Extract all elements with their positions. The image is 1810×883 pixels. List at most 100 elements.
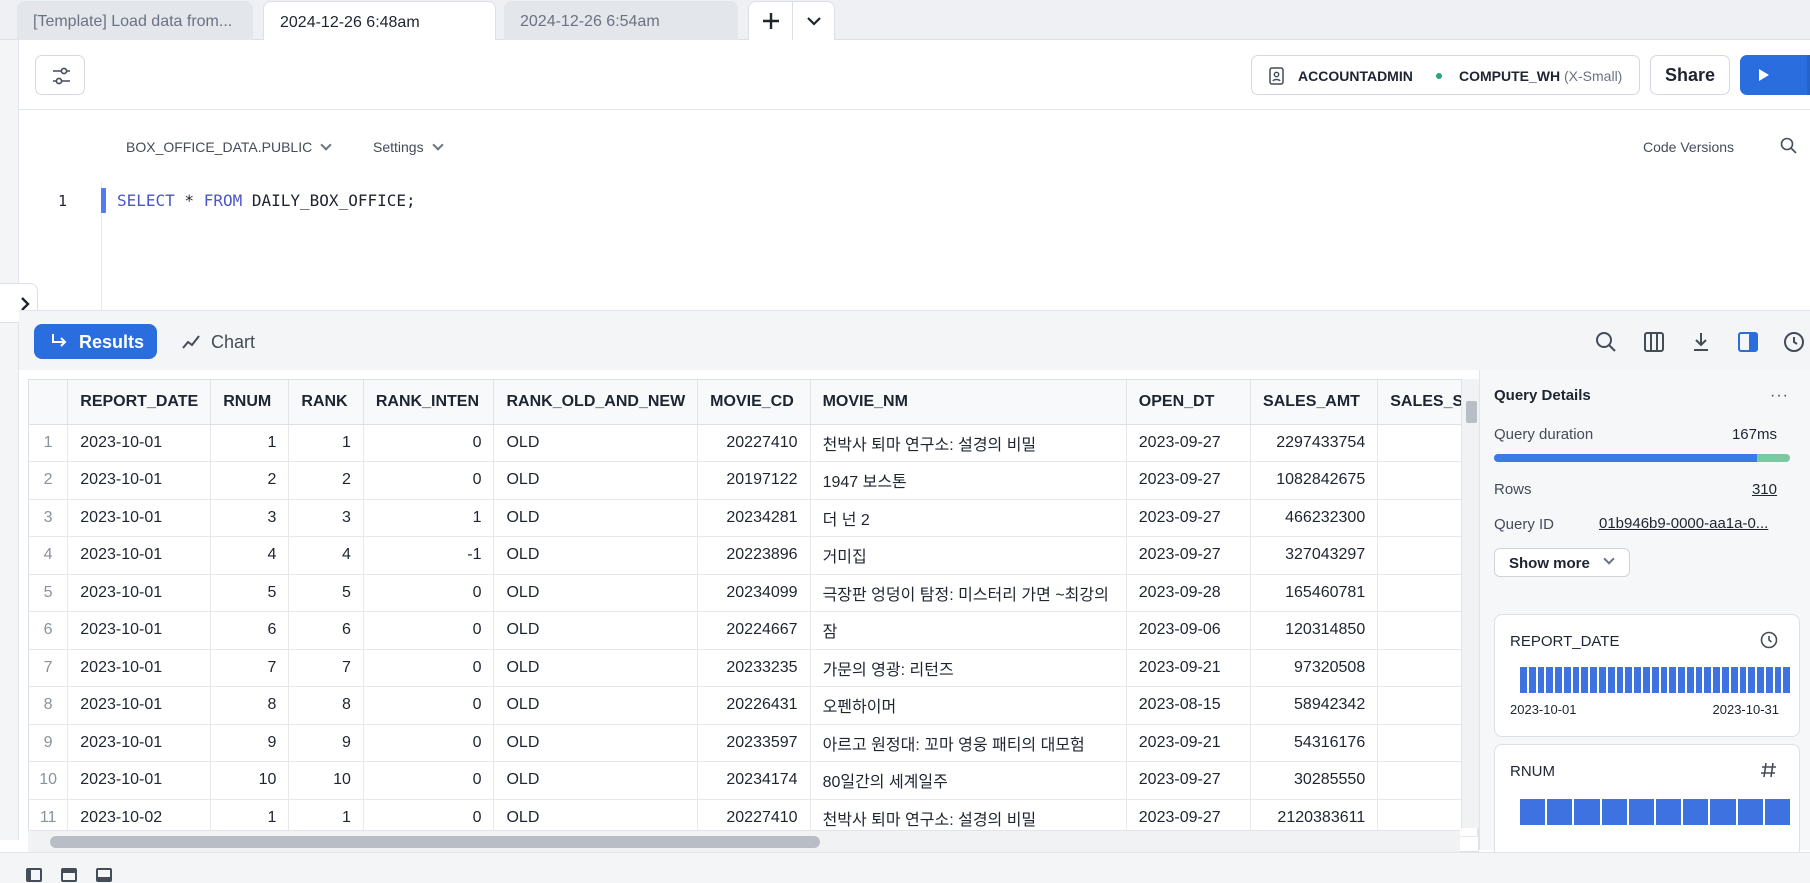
table-row[interactable]: 2 2023-10-01 2 2 0 OLD 20197122 1947 보스톤 2023-09… <box>29 461 1478 500</box>
table-row[interactable]: 8 2023-10-01 8 8 0 OLD 20226431 오펜하이머 2023-08-15… <box>29 686 1478 725</box>
table-row[interactable]: 10 2023-10-01 10 10 0 OLD 20234174 80일간의 세계일주 20… <box>29 761 1478 800</box>
table-cell[interactable]: 2023-10-01 <box>67 724 212 762</box>
table-cell[interactable]: OLD <box>493 724 699 762</box>
table-cell[interactable]: 천박사 퇴마 연구소: 설경의 비밀 <box>810 424 1127 462</box>
table-cell[interactable]: 2023-10-01 <box>67 424 212 462</box>
table-cell[interactable]: OLD <box>493 761 699 800</box>
show-more-button[interactable]: Show more <box>1494 548 1630 577</box>
table-cell[interactable]: 7 <box>210 649 290 687</box>
column-header[interactable]: RNUM <box>210 380 290 425</box>
table-cell[interactable]: 2023-10-01 <box>67 611 212 650</box>
table-cell[interactable]: 3 <box>210 499 290 537</box>
table-cell[interactable]: 2023-10-01 <box>67 686 212 725</box>
query-id-link[interactable]: 01b946b9-0000-aa1a-0... <box>1599 515 1768 532</box>
table-cell[interactable]: 2023-09-27 <box>1126 761 1252 800</box>
table-cell[interactable]: 80일간의 세계일주 <box>810 761 1127 800</box>
table-cell[interactable]: OLD <box>493 649 699 687</box>
history-button[interactable] <box>1781 329 1807 355</box>
table-cell[interactable]: 0 <box>363 724 495 762</box>
table-cell[interactable]: 6 <box>288 611 364 650</box>
table-cell[interactable]: 327043297 <box>1250 536 1379 575</box>
share-button[interactable]: Share <box>1650 55 1730 95</box>
table-cell[interactable]: 466232300 <box>1250 499 1379 537</box>
table-cell[interactable]: 8 <box>210 686 290 725</box>
table-cell[interactable]: 2023-10-01 <box>67 536 212 575</box>
table-cell[interactable]: 오펜하이머 <box>810 686 1127 725</box>
table-cell[interactable]: 1 <box>363 499 495 537</box>
table-cell[interactable]: 97320508 <box>1250 649 1379 687</box>
table-cell[interactable]: 20223896 <box>697 536 811 575</box>
layout-bottom-icon[interactable] <box>96 868 112 882</box>
column-stats-card[interactable]: RNUM <box>1494 744 1800 864</box>
more-options-button[interactable]: ··· <box>1770 387 1789 405</box>
table-cell[interactable]: 2023-09-27 <box>1126 461 1252 500</box>
column-stats-card[interactable]: REPORT_DATE 2023-10-01 2023-10-31 <box>1494 614 1800 737</box>
table-cell[interactable]: OLD <box>493 461 699 500</box>
table-cell[interactable]: 2023-09-27 <box>1126 424 1252 462</box>
table-cell[interactable]: 20234174 <box>697 761 811 800</box>
table-cell[interactable]: 0 <box>363 611 495 650</box>
table-cell[interactable]: 아르고 원정대: 꼬마 영웅 패티의 대모험 <box>810 724 1127 762</box>
table-cell[interactable]: 8 <box>288 686 364 725</box>
tab-template[interactable]: [Template] Load data from... <box>17 1 253 40</box>
table-cell[interactable]: 20234281 <box>697 499 811 537</box>
table-cell[interactable]: 0 <box>363 461 495 500</box>
table-cell[interactable]: 2023-10-01 <box>67 461 212 500</box>
table-cell[interactable]: 20233235 <box>697 649 811 687</box>
table-cell[interactable]: 20197122 <box>697 461 811 500</box>
column-header[interactable]: MOVIE_NM <box>810 380 1127 425</box>
table-cell[interactable]: 165460781 <box>1250 574 1379 612</box>
table-row[interactable]: 4 2023-10-01 4 4 -1 OLD 20223896 거미집 2023-09-27 3… <box>29 536 1478 575</box>
table-cell[interactable]: 10 <box>210 761 290 800</box>
table-cell[interactable]: 2023-10-01 <box>67 574 212 612</box>
layout-left-icon[interactable] <box>26 868 42 882</box>
table-cell[interactable]: 20226431 <box>697 686 811 725</box>
table-cell[interactable]: 4 <box>288 536 364 575</box>
toggle-details-panel-button[interactable] <box>1735 329 1761 355</box>
results-tab[interactable]: Results <box>34 324 157 359</box>
table-cell[interactable]: 20227410 <box>697 424 811 462</box>
table-cell[interactable]: 0 <box>363 686 495 725</box>
table-cell[interactable]: 잠 <box>810 611 1127 650</box>
table-cell[interactable]: 더 넌 2 <box>810 499 1127 537</box>
table-cell[interactable]: OLD <box>493 424 699 462</box>
tab-menu-button[interactable] <box>793 2 835 40</box>
table-cell[interactable]: 9 <box>288 724 364 762</box>
column-header[interactable]: OPEN_DT <box>1126 380 1252 425</box>
table-cell[interactable]: 거미집 <box>810 536 1127 575</box>
sql-editor[interactable]: SELECT * FROM DAILY_BOX_OFFICE; <box>117 191 416 210</box>
table-row[interactable]: 6 2023-10-01 6 6 0 OLD 20224667 잠 2023-09-06 1203… <box>29 611 1478 650</box>
table-cell[interactable]: 2023-09-28 <box>1126 574 1252 612</box>
table-cell[interactable]: 0 <box>363 761 495 800</box>
table-row[interactable]: 3 2023-10-01 3 3 1 OLD 20234281 더 넌 2 2023-09-27… <box>29 499 1478 537</box>
table-cell[interactable]: 20224667 <box>697 611 811 650</box>
download-button[interactable] <box>1688 329 1714 355</box>
table-cell[interactable]: 2023-08-15 <box>1126 686 1252 725</box>
editor-search-button[interactable] <box>1779 136 1799 159</box>
columns-button[interactable] <box>1641 329 1667 355</box>
table-cell[interactable]: 20233597 <box>697 724 811 762</box>
table-cell[interactable]: 4 <box>210 536 290 575</box>
table-row[interactable]: 5 2023-10-01 5 5 0 OLD 20234099 극장판 엉덩이 탐정: 미스터… <box>29 574 1478 612</box>
table-cell[interactable]: 120314850 <box>1250 611 1379 650</box>
scrollbar-thumb[interactable] <box>1466 401 1477 423</box>
table-cell[interactable]: -1 <box>363 536 495 575</box>
table-row[interactable]: 9 2023-10-01 9 9 0 OLD 20233597 아르고 원정대: 꼬마 영웅 … <box>29 724 1478 762</box>
table-cell[interactable]: 2297433754 <box>1250 424 1379 462</box>
column-header[interactable]: RANK_OLD_AND_NEW <box>493 380 699 425</box>
table-cell[interactable]: 0 <box>363 649 495 687</box>
table-cell[interactable]: 2023-10-01 <box>67 649 212 687</box>
column-header[interactable]: RANK_INTEN <box>363 380 495 425</box>
table-cell[interactable]: 20234099 <box>697 574 811 612</box>
table-cell[interactable]: 가문의 영광: 리턴즈 <box>810 649 1127 687</box>
table-cell[interactable]: 2023-10-01 <box>67 499 212 537</box>
tab-query-654[interactable]: 2024-12-26 6:54am <box>504 1 738 40</box>
column-header[interactable]: REPORT_DATE <box>67 380 212 425</box>
table-cell[interactable]: 1 <box>288 424 364 462</box>
table-row[interactable]: 7 2023-10-01 7 7 0 OLD 20233235 가문의 영광: 리턴즈 2023… <box>29 649 1478 687</box>
role-warehouse-selector[interactable]: ACCOUNTADMIN COMPUTE_WH (X-Small) <box>1251 55 1640 95</box>
tab-query-648[interactable]: 2024-12-26 6:48am <box>263 1 496 41</box>
table-cell[interactable]: 5 <box>210 574 290 612</box>
database-context-selector[interactable]: BOX_OFFICE_DATA.PUBLIC <box>126 139 332 155</box>
table-cell[interactable]: 극장판 엉덩이 탐정: 미스터리 가면 ~최강의 <box>810 574 1127 612</box>
